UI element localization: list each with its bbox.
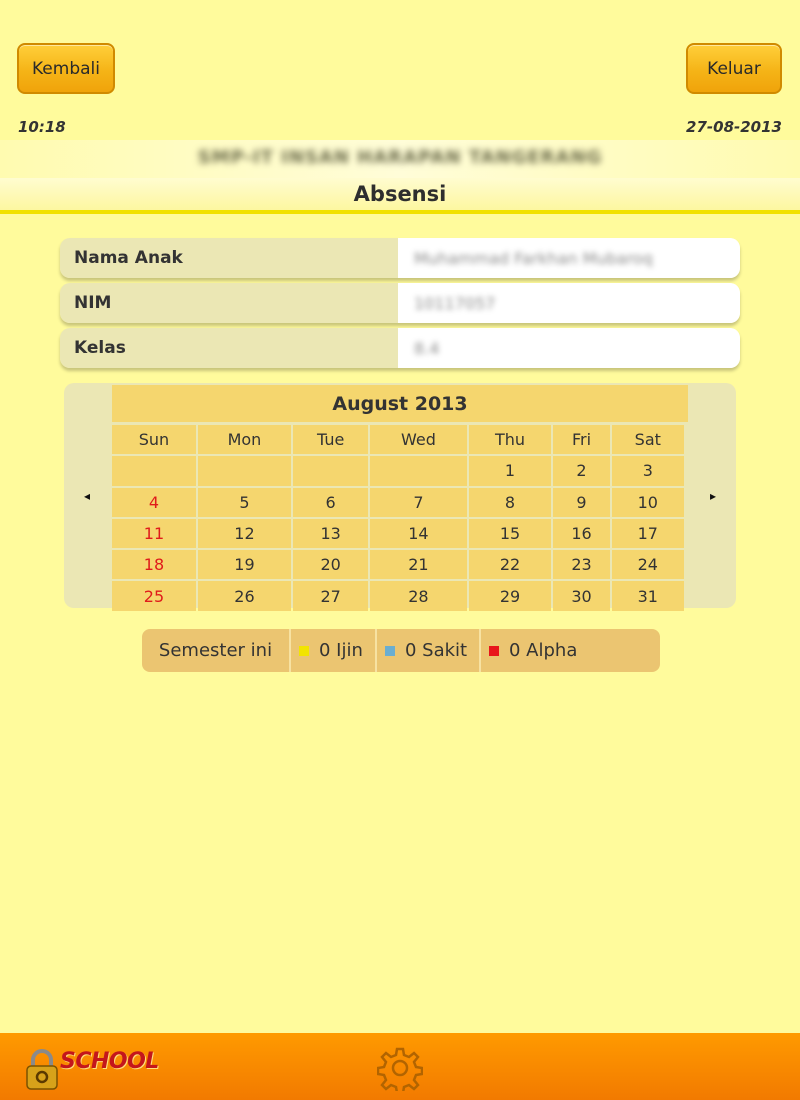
calendar-day[interactable]: 4 xyxy=(112,487,196,517)
calendar-day[interactable]: 6 xyxy=(292,487,369,517)
calendar-month-title: August 2013 xyxy=(112,385,688,422)
gear-icon[interactable] xyxy=(377,1045,423,1091)
chevron-right-icon: ▸ xyxy=(709,488,717,503)
calendar-grid: Sun Mon Tue Wed Thu Fri Sat 1 2 3 4 5 6 7 8 9 10 11 12 13 1… xyxy=(110,423,686,613)
calendar-day[interactable]: 27 xyxy=(292,581,369,611)
current-date: 27-08-2013 xyxy=(686,118,782,136)
calendar-day[interactable]: 15 xyxy=(468,518,552,549)
back-button[interactable]: Kembali xyxy=(17,43,115,94)
calendar-empty-cell xyxy=(197,456,291,486)
info-label: Kelas xyxy=(60,328,398,368)
page-title-bar: Absensi xyxy=(0,178,800,214)
calendar-day[interactable]: 20 xyxy=(292,550,369,580)
calendar-day[interactable]: 28 xyxy=(370,581,467,611)
calendar-day[interactable]: 14 xyxy=(370,518,467,549)
calendar-day[interactable]: 2 xyxy=(553,456,610,486)
calendar-day[interactable]: 5 xyxy=(197,487,291,517)
alpha-legend-icon xyxy=(489,645,499,656)
calendar-day[interactable]: 16 xyxy=(553,518,610,549)
summary-label: Semester ini xyxy=(142,629,291,672)
calendar-day[interactable]: 18 xyxy=(112,550,196,580)
calendar-day[interactable]: 7 xyxy=(370,487,467,517)
sakit-count: 0 Sakit xyxy=(405,640,468,661)
summary-sakit: 0 Sakit xyxy=(377,629,481,672)
weekday-header: Sun xyxy=(112,425,196,455)
info-value: Muhammad Farkhan Mubaroq xyxy=(398,238,740,278)
alpha-count: 0 Alpha xyxy=(509,640,578,661)
weekday-header: Thu xyxy=(468,425,552,455)
calendar-empty-cell xyxy=(112,456,196,486)
ijin-legend-icon xyxy=(299,645,309,656)
attendance-calendar: ◂ August 2013 Sun Mon Tue Wed Thu Fri Sat 1234… xyxy=(64,383,736,611)
calendar-day[interactable]: 9 xyxy=(553,487,610,517)
calendar-day[interactable]: 12 xyxy=(197,518,291,549)
calendar-day[interactable]: 17 xyxy=(611,518,684,549)
info-value: 10117057 xyxy=(398,283,740,323)
summary-alpha: 0 Alpha xyxy=(481,629,585,672)
school-name: SMP-IT INSAN HARAPAN TANGERANG xyxy=(197,147,603,168)
info-row-name: Nama Anak Muhammad Farkhan Mubaroq xyxy=(60,238,740,278)
calendar-day[interactable]: 23 xyxy=(553,550,610,580)
weekday-header: Mon xyxy=(197,425,291,455)
padlock-icon xyxy=(26,1049,58,1090)
calendar-day[interactable]: 21 xyxy=(370,550,467,580)
info-value: 8.4 xyxy=(398,328,740,368)
info-row-class: Kelas 8.4 xyxy=(60,328,740,368)
weekday-header: Fri xyxy=(553,425,610,455)
current-time: 10:18 xyxy=(18,118,66,136)
weekday-header: Tue xyxy=(292,425,369,455)
next-month-button[interactable]: ▸ xyxy=(690,383,736,608)
calendar-day[interactable]: 10 xyxy=(611,487,684,517)
calendar-day[interactable]: 22 xyxy=(468,550,552,580)
schoolguard-logo: SCHOOL xyxy=(22,1047,162,1091)
weekday-header: Wed xyxy=(370,425,467,455)
calendar-day[interactable]: 19 xyxy=(197,550,291,580)
calendar-day[interactable]: 25 xyxy=(112,581,196,611)
calendar-week-row: 4 5 6 7 8 9 10 xyxy=(112,487,684,517)
prev-month-button[interactable]: ◂ xyxy=(64,383,110,608)
attendance-summary: Semester ini 0 Ijin 0 Sakit 0 Alpha xyxy=(142,629,660,672)
calendar-day[interactable]: 1 xyxy=(468,456,552,486)
chevron-left-icon: ◂ xyxy=(83,488,91,503)
calendar-day[interactable]: 3 xyxy=(611,456,684,486)
exit-button[interactable]: Keluar xyxy=(686,43,782,94)
calendar-day[interactable]: 11 xyxy=(112,518,196,549)
summary-ijin: 0 Ijin xyxy=(291,629,377,672)
calendar-empty-cell xyxy=(292,456,369,486)
calendar-day[interactable]: 31 xyxy=(611,581,684,611)
page-title: Absensi xyxy=(353,182,447,206)
info-label: NIM xyxy=(60,283,398,323)
calendar-day[interactable]: 13 xyxy=(292,518,369,549)
calendar-week-row: 18 19 20 21 22 23 24 xyxy=(112,550,684,580)
weekday-header: Sat xyxy=(611,425,684,455)
logo-text: SCHOOL xyxy=(60,1049,159,1074)
calendar-day[interactable]: 30 xyxy=(553,581,610,611)
sakit-legend-icon xyxy=(385,645,395,656)
footer-bar: SCHOOL xyxy=(0,1033,800,1100)
calendar-week-row: 25 26 27 28 29 30 31 xyxy=(112,581,684,611)
info-label: Nama Anak xyxy=(60,238,398,278)
calendar-day[interactable]: 8 xyxy=(468,487,552,517)
calendar-day[interactable]: 26 xyxy=(197,581,291,611)
info-row-nim: NIM 10117057 xyxy=(60,283,740,323)
calendar-day[interactable]: 24 xyxy=(611,550,684,580)
calendar-week-row: 123 xyxy=(112,456,684,486)
calendar-day[interactable]: 29 xyxy=(468,581,552,611)
ijin-count: 0 Ijin xyxy=(319,640,363,661)
calendar-week-row: 11 12 13 14 15 16 17 xyxy=(112,518,684,549)
calendar-empty-cell xyxy=(370,456,467,486)
